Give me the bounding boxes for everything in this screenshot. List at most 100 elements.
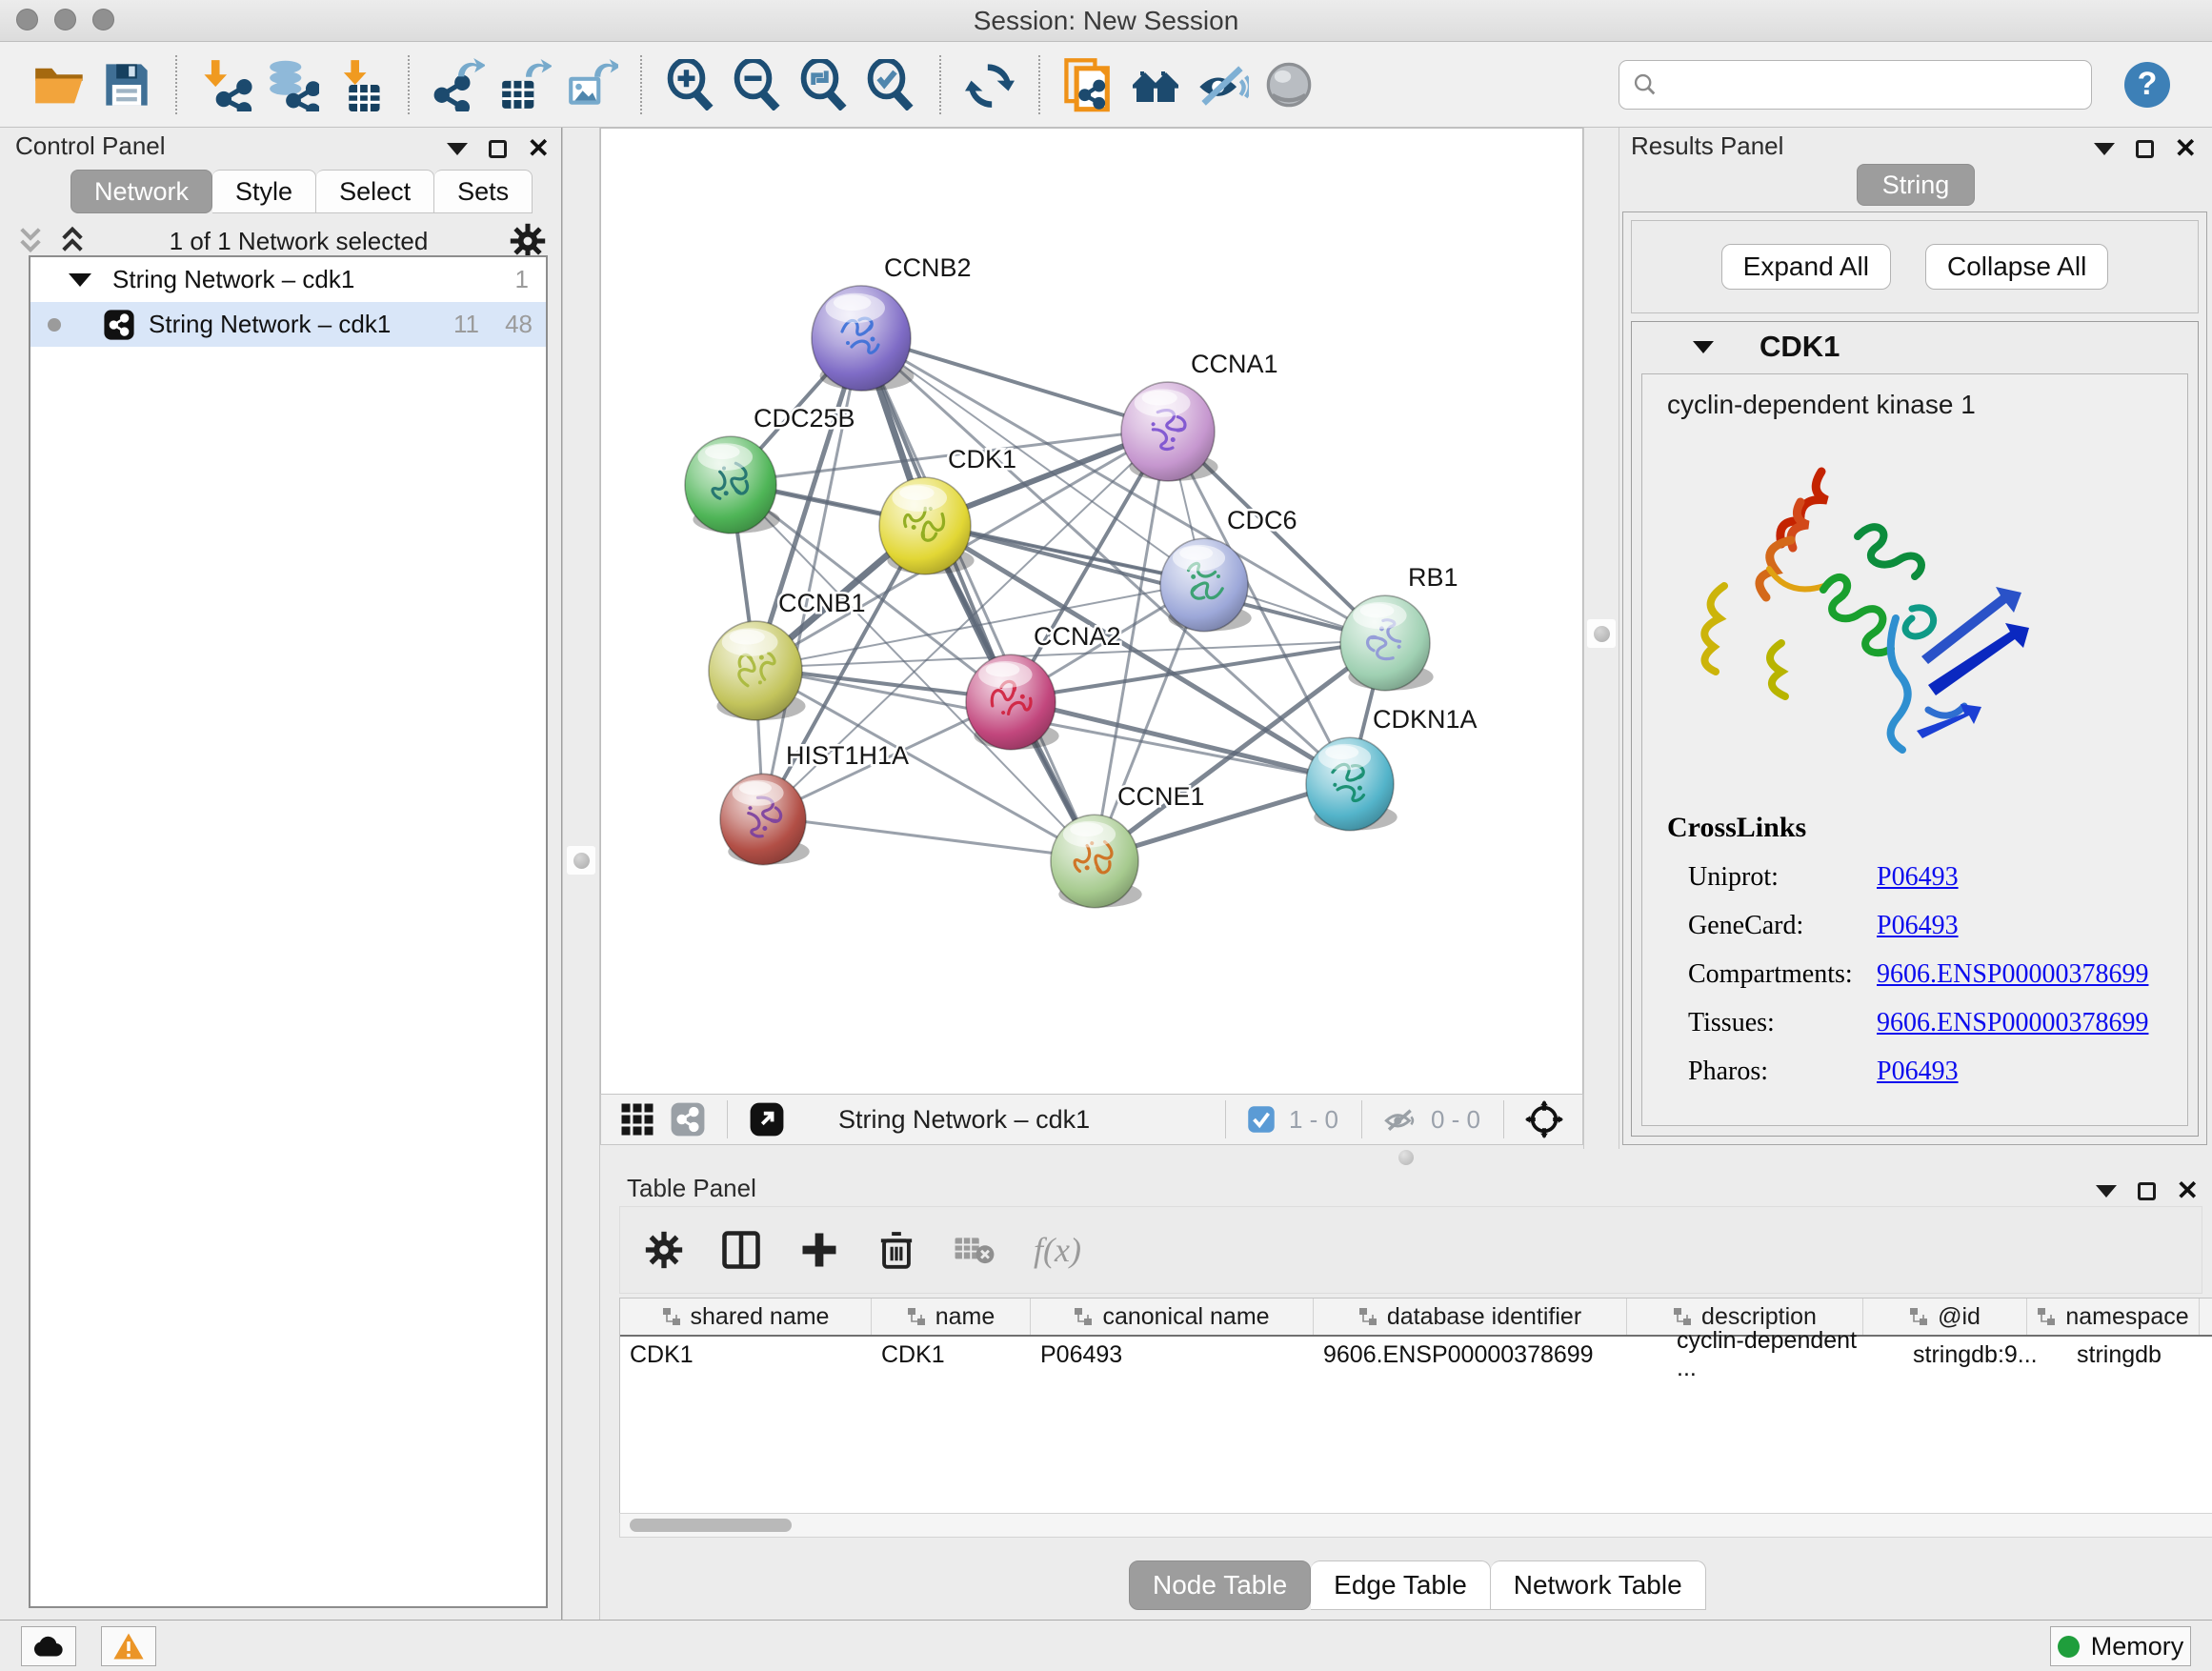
search-input[interactable] [1619,60,2092,110]
gear-icon[interactable] [510,223,546,259]
node-RB1[interactable] [1340,595,1434,691]
network-canvas[interactable]: CCNB2CCNA1CDC25BCDK1CDC6RB1CCNB1CCNA2CDK… [600,128,1583,1094]
column-header-name[interactable]: name [872,1299,1031,1335]
expand-all-chevron-icon[interactable] [15,225,46,257]
panel-close-icon[interactable]: ✕ [528,135,550,162]
zoom-in-icon[interactable] [664,56,717,113]
column-header-canonical-name[interactable]: canonical name [1031,1299,1314,1335]
table-row[interactable]: CDK1CDK1P064939606.ENSP00000378699cyclin… [620,1337,2212,1373]
export-table-icon[interactable] [498,56,552,113]
right-splitter[interactable] [1583,128,1619,1149]
crosslink-link[interactable]: P06493 [1877,862,1959,893]
column-header-shared-name[interactable]: shared name [620,1299,872,1335]
node-label-CCNA2: CCNA2 [1034,622,1121,651]
delete-column-trash-icon[interactable] [877,1230,915,1270]
panel-float-icon[interactable] [2138,1182,2156,1200]
table-cell[interactable]: 9606.ENSP00000378699 [1314,1337,1627,1373]
open-session-icon[interactable] [33,56,87,113]
table-horizontal-scrollbar[interactable] [619,1513,2212,1538]
table-settings-gear-icon[interactable] [645,1231,683,1269]
table-cell[interactable]: CDK1 [620,1337,872,1373]
open-view-icon[interactable] [749,1101,785,1137]
splitter-handle[interactable] [567,846,595,875]
splitter-handle[interactable] [1587,619,1616,648]
import-table-file-icon[interactable] [332,56,386,113]
table-cell[interactable]: stringdb [2027,1337,2200,1373]
table-cell[interactable]: stringdb:9... [1863,1337,2027,1373]
export-network-icon[interactable] [432,56,485,113]
crosslink-link[interactable]: 9606.ENSP00000378699 [1877,959,2148,990]
node-CCNE1[interactable] [1051,815,1142,908]
panel-float-icon[interactable] [489,140,507,158]
column-header-database-identifier[interactable]: database identifier [1314,1299,1627,1335]
tree-expander-icon[interactable] [69,273,91,287]
help-button[interactable]: ? [2124,62,2170,108]
zoom-selected-icon[interactable] [864,56,917,113]
home-pair-icon[interactable] [1129,56,1182,113]
panel-close-icon[interactable]: ✕ [2175,135,2197,162]
string-document-icon[interactable] [1062,56,1116,113]
zoom-fit-icon[interactable] [797,56,851,113]
panel-menu-icon[interactable] [2094,143,2115,155]
show-columns-icon[interactable] [721,1230,761,1270]
node-HIST1H1A[interactable] [720,774,810,864]
apply-layout-icon[interactable] [963,56,1016,113]
birds-eye-view-icon[interactable] [620,1102,654,1137]
panel-close-icon[interactable]: ✕ [2177,1178,2199,1204]
splitter-handle[interactable] [1398,1150,1414,1165]
edge-CCNB2-CCNE1[interactable] [861,335,1095,858]
tab-edge-table[interactable]: Edge Table [1311,1560,1491,1610]
selected-checkbox-icon[interactable] [1247,1105,1276,1134]
node-CDC6[interactable] [1160,538,1252,632]
tab-network[interactable]: Network [70,170,212,213]
node-CDK1[interactable] [879,477,975,574]
tab-node-table[interactable]: Node Table [1129,1560,1311,1610]
network-share-icon[interactable] [670,1101,706,1137]
zoom-out-icon[interactable] [731,56,784,113]
table-cell[interactable]: cyclin-dependent ... [1627,1337,1863,1373]
hidden-eye-icon[interactable] [1383,1104,1418,1135]
import-network-file-icon[interactable] [199,56,252,113]
edge-CCNA2-CDKN1A[interactable] [1011,699,1350,781]
tab-string[interactable]: String [1857,164,1975,206]
section-expander-icon[interactable] [1693,341,1714,353]
node-CDKN1A[interactable] [1306,737,1398,831]
table-cell[interactable]: CDK1 [872,1337,1031,1373]
crosslink-link[interactable]: P06493 [1877,911,1959,941]
tab-network-table[interactable]: Network Table [1491,1560,1706,1610]
memory-button[interactable]: Memory [2050,1626,2191,1666]
network-collection-row[interactable]: String Network – cdk1 1 [30,257,546,302]
tab-select[interactable]: Select [316,170,434,213]
panel-menu-icon[interactable] [447,143,468,155]
export-image-icon[interactable] [565,56,618,113]
network-row[interactable]: String Network – cdk1 11 48 [30,302,546,347]
node-CCNA1[interactable] [1121,382,1218,481]
table-cell[interactable]: P06493 [1031,1337,1314,1373]
add-column-icon[interactable] [799,1230,839,1270]
eye-slash-icon[interactable] [1196,56,1249,113]
column-header-namespace[interactable]: namespace [2027,1299,2200,1335]
save-session-icon[interactable] [100,56,153,113]
collapse-all-button[interactable]: Collapse All [1925,244,2108,290]
import-network-database-icon[interactable] [266,56,319,113]
tab-sets[interactable]: Sets [434,170,533,213]
panel-float-icon[interactable] [2136,140,2154,158]
crosslink-link[interactable]: P06493 [1877,1057,1959,1087]
node-CCNB2[interactable] [812,286,914,391]
node-CDC25B[interactable] [685,436,780,534]
crosslink-link[interactable]: 9606.ENSP00000378699 [1877,1008,2148,1038]
tab-style[interactable]: Style [212,170,316,213]
node-CCNA2[interactable] [966,654,1059,750]
expand-all-button[interactable]: Expand All [1721,244,1891,290]
fit-selected-crosshair-icon[interactable] [1525,1100,1563,1138]
collapse-all-chevron-icon[interactable] [57,225,88,257]
edge-HIST1H1A-CCNE1[interactable] [763,816,1095,858]
column-header-@id[interactable]: @id [1863,1299,2027,1335]
warnings-button[interactable] [101,1626,156,1666]
left-splitter[interactable] [562,128,600,1620]
eye-disabled-icon[interactable] [1262,56,1316,113]
cloud-button[interactable] [21,1626,76,1666]
scrollbar-thumb[interactable] [630,1519,792,1532]
node-table[interactable]: shared namenamecanonical namedatabase id… [619,1298,2212,1538]
panel-menu-icon[interactable] [2096,1185,2117,1198]
